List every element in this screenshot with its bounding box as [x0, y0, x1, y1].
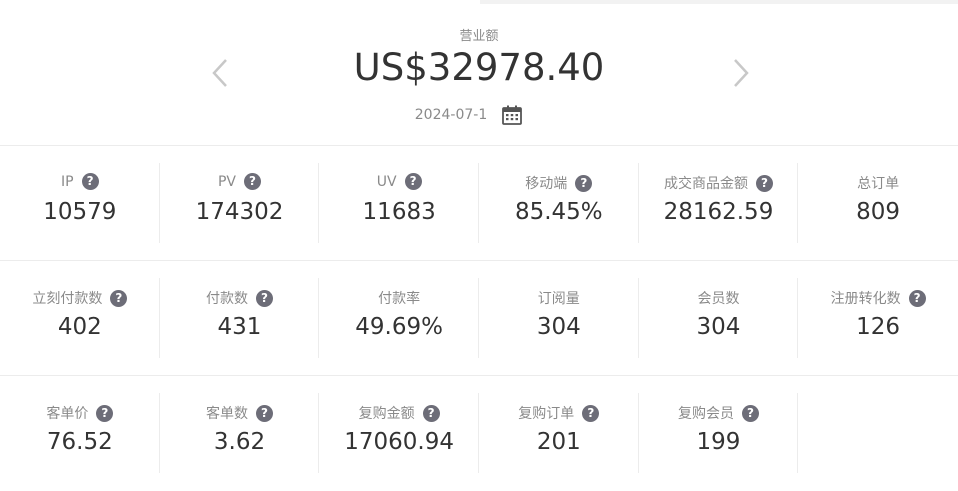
metric-card: UV? 11683	[319, 146, 479, 261]
revenue-label: 营业额	[459, 29, 499, 44]
metric-label: 会员数	[639, 288, 799, 308]
revenue-header: 营业额 US$32978.40 2024-07-1	[0, 0, 958, 145]
metric-card: 总订单 809	[798, 146, 958, 261]
question-circle-icon[interactable]: ?	[741, 404, 759, 422]
calendar-icon[interactable]	[501, 104, 523, 126]
question-circle-icon[interactable]: ?	[404, 173, 422, 190]
metric-value: 402	[57, 314, 102, 340]
metric-label: 成交商品金额?	[639, 173, 799, 193]
metric-label-text: 付款数	[205, 291, 248, 307]
metric-value: 809	[856, 199, 901, 225]
metric-label-text: 复购订单	[518, 406, 575, 422]
metric-label-text: IP	[61, 173, 74, 190]
metric-label: 付款率	[319, 288, 479, 308]
metric-value: 28162.59	[663, 199, 774, 225]
metric-label: PV?	[160, 173, 320, 190]
selected-date: 2024-07-1	[414, 107, 488, 123]
metric-label-text: 注册转化数	[830, 291, 901, 307]
question-circle-icon[interactable]: ?	[255, 404, 273, 422]
metric-value: 174302	[195, 199, 284, 225]
metric-card: 会员数 304	[639, 261, 799, 376]
metric-card: 付款率 49.69%	[319, 261, 479, 376]
metric-label: 总订单	[798, 173, 958, 193]
question-circle-icon[interactable]: ?	[582, 404, 600, 422]
next-day-chevron-right-icon[interactable]	[731, 58, 751, 88]
question-circle-icon[interactable]: ?	[755, 174, 773, 192]
metric-label: 复购订单?	[479, 403, 639, 423]
metric-label: 付款数?	[160, 288, 320, 308]
metric-card: 客单数? 3.62	[160, 376, 320, 491]
metric-label: 客单数?	[160, 403, 320, 423]
metric-label: 客单价?	[0, 403, 160, 423]
metric-card: 移动端? 85.45%	[479, 146, 639, 261]
metric-label: 订阅量	[479, 288, 639, 308]
metric-value: 304	[696, 314, 741, 340]
date-row: 2024-07-1	[0, 104, 958, 126]
metric-label-text: 总订单	[857, 176, 900, 192]
metric-label-text: 客单价	[46, 406, 89, 422]
metric-label-text: 立刻付款数	[32, 291, 103, 307]
question-circle-icon[interactable]: ?	[255, 289, 273, 307]
metric-label-text: 客单数	[205, 406, 248, 422]
metric-label-text: 移动端	[525, 176, 568, 192]
metric-card: 客单价? 76.52	[0, 376, 160, 491]
metric-card: 复购会员? 199	[639, 376, 799, 491]
metric-value: 10579	[43, 199, 117, 225]
metrics-row: IP? 10579 PV? 174302 UV? 11683 移动端? 85.45% 成交商品金…	[0, 146, 958, 261]
metric-label: 复购会员?	[639, 403, 799, 423]
metrics-row: 立刻付款数? 402 付款数? 431 付款率 49.69% 订阅量 304 会员数 304 注册转…	[0, 261, 958, 376]
metric-value: 3.62	[213, 429, 266, 455]
metric-label: 移动端?	[479, 173, 639, 193]
metric-card: 注册转化数? 126	[798, 261, 958, 376]
question-circle-icon[interactable]: ?	[422, 404, 440, 422]
metric-value: 76.52	[46, 429, 113, 455]
question-circle-icon[interactable]: ?	[110, 289, 128, 307]
metric-value: 431	[217, 314, 262, 340]
metric-card: 立刻付款数? 402	[0, 261, 160, 376]
revenue-amount: US$32978.40	[353, 46, 605, 89]
metric-value: 126	[856, 314, 901, 340]
question-circle-icon[interactable]: ?	[908, 289, 926, 307]
metric-value: 201	[536, 429, 581, 455]
metric-value: 199	[696, 429, 741, 455]
metric-label-text: 成交商品金额	[663, 176, 748, 192]
metric-value: 49.69%	[355, 314, 443, 340]
metric-card: 付款数? 431	[160, 261, 320, 376]
metric-label-text: 订阅量	[537, 291, 580, 307]
question-circle-icon[interactable]: ?	[244, 173, 261, 190]
metric-label-text: 付款率	[378, 291, 421, 307]
metric-label: UV?	[319, 173, 479, 190]
metric-label-text: 复购金额	[358, 406, 415, 422]
metric-label: 注册转化数?	[798, 288, 958, 308]
metric-card: 复购订单? 201	[479, 376, 639, 491]
metric-label-text: 会员数	[697, 291, 740, 307]
metric-card: 订阅量 304	[479, 261, 639, 376]
metric-label: IP?	[0, 173, 160, 190]
metric-card: IP? 10579	[0, 146, 160, 261]
metric-card: 成交商品金额? 28162.59	[639, 146, 799, 261]
metric-card: 复购金额? 17060.94	[319, 376, 479, 491]
metrics-row: 客单价? 76.52 客单数? 3.62 复购金额? 17060.94 复购订单? 201 复购…	[0, 376, 958, 491]
metric-value: 17060.94	[344, 429, 455, 455]
question-circle-icon[interactable]: ?	[575, 174, 593, 192]
metric-card: PV? 174302	[160, 146, 320, 261]
metric-value: 304	[536, 314, 581, 340]
metric-value: 85.45%	[514, 199, 603, 225]
metric-label: 复购金额?	[319, 403, 479, 423]
metric-label: 立刻付款数?	[0, 288, 160, 308]
metric-label-text: PV	[217, 173, 236, 190]
metric-label-text: UV	[376, 173, 397, 190]
question-circle-icon[interactable]: ?	[96, 404, 114, 422]
question-circle-icon[interactable]: ?	[81, 173, 99, 190]
metric-label-text: 复购会员	[677, 406, 734, 422]
metric-value: 11683	[362, 199, 436, 225]
